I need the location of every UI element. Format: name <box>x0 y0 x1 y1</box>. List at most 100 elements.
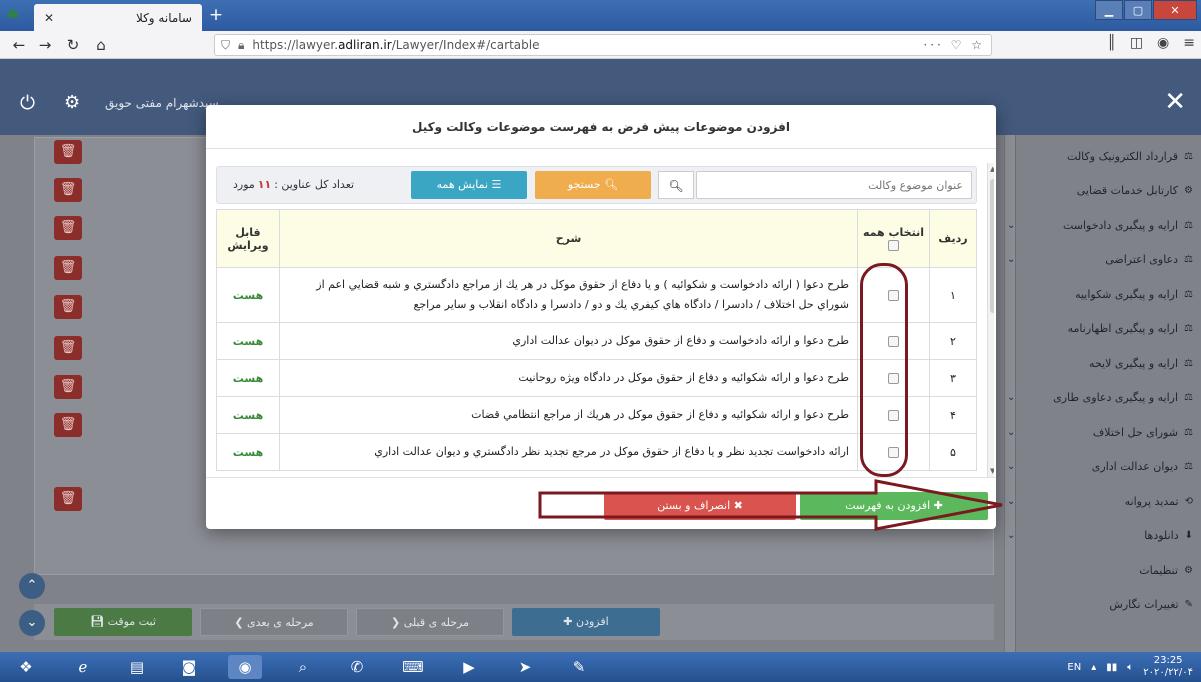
sidebar-item[interactable]: ⚖ شورای حل اختلاف ⌄ <box>1007 419 1193 445</box>
network-icon[interactable]: ▮▮ <box>1106 662 1117 673</box>
add-button[interactable]: ✚ افزودن <box>512 608 660 636</box>
modal-title: افزودن موضوعات پیش فرض به فهرست موضوعات … <box>206 105 996 149</box>
reload-icon[interactable]: ↻ <box>62 34 84 56</box>
scroll-down-arrow-icon[interactable]: ▼ <box>990 467 994 475</box>
browser-tab[interactable]: سامانه وکلا ✕ <box>34 4 202 31</box>
sidebar-item-label: تنظیمات <box>1139 563 1179 577</box>
sidebar-item[interactable]: ✎ تغییرات نگارش <box>1015 592 1193 618</box>
chevron-down-icon[interactable]: ⌄ <box>1007 427 1015 438</box>
search-app-icon[interactable]: ⌕ <box>286 655 320 679</box>
prev-step-button[interactable]: ❯ مرحله ی قبلی <box>356 608 504 636</box>
select-all-checkbox[interactable] <box>888 240 899 251</box>
chevron-down-icon[interactable]: ⌄ <box>1007 461 1015 472</box>
search-button[interactable]: جستجو 🔍︎ <box>535 171 651 199</box>
sidebar-icon[interactable]: ◫ <box>1130 35 1143 51</box>
clock-time: 23:25 <box>1153 655 1183 666</box>
language-indicator[interactable]: EN <box>1067 662 1081 673</box>
media-icon[interactable]: ◙ <box>172 655 206 679</box>
telegram-icon[interactable]: ➤ <box>508 655 542 679</box>
chevron-down-icon[interactable]: ⌄ <box>1007 496 1015 507</box>
new-tab-button[interactable]: + <box>206 5 226 25</box>
paint-icon[interactable]: ✎ <box>562 655 596 679</box>
sidebar-item[interactable]: ⬇ دانلودها ⌄ <box>1007 523 1193 549</box>
tab-close-icon[interactable]: ✕ <box>44 11 54 25</box>
clock[interactable]: 23:25 ۲۰۲۰/۲۲/۰۴ <box>1143 655 1193 679</box>
delete-icon[interactable]: 🗑︎ <box>54 140 82 164</box>
sidebar-item-label: ارایه و پیگیری اظهارنامه <box>1067 322 1179 335</box>
sidebar-item-label: ارایه و پیگیری لایحه <box>1089 356 1179 370</box>
delete-icon[interactable]: 🗑︎ <box>54 413 82 437</box>
back-icon[interactable]: ← <box>8 34 30 56</box>
scrollbar-thumb[interactable] <box>990 179 994 313</box>
search-input[interactable] <box>696 171 972 199</box>
ie-icon[interactable]: ℯ <box>66 655 100 679</box>
url-host: adliran.ir <box>338 38 392 52</box>
next-step-button[interactable]: ❮ مرحله ی بعدی <box>200 608 348 636</box>
library-icon[interactable]: ║ <box>1107 35 1115 51</box>
delete-icon[interactable]: 🗑︎ <box>54 256 82 280</box>
chevron-down-icon[interactable]: ⌄ <box>1007 254 1015 265</box>
sidebar-item-label: تمدید پروانه <box>1124 494 1179 508</box>
delete-icon[interactable]: 🗑︎ <box>54 216 82 240</box>
delete-icon[interactable]: 🗑︎ <box>54 178 82 202</box>
volume-icon[interactable]: 🔈︎ <box>1127 662 1133 673</box>
scroll-down-icon[interactable]: ⌄ <box>19 610 45 636</box>
sidebar-item[interactable]: ⚖ ارایه و پیگیری دعاوی طاری ⌄ <box>1007 385 1193 411</box>
sidebar-item[interactable]: ⚖ ارایه و پیگیری لایحه <box>1015 350 1193 376</box>
temp-save-button[interactable]: 💾︎ ثبت موقت <box>54 608 192 636</box>
close-window-button[interactable]: ✕ <box>1153 0 1197 20</box>
chevron-down-icon[interactable]: ⌄ <box>1007 392 1015 403</box>
close-menu-icon[interactable]: ✕ <box>1164 87 1186 117</box>
explorer-icon[interactable]: ▤ <box>120 655 154 679</box>
tray-expand-icon[interactable]: ▴ <box>1091 662 1096 673</box>
col-row-header: ردیف <box>929 209 977 268</box>
url-bar[interactable]: ⛉ 🔒︎ https://lawyer. adliran.ir/Lawyer/In… <box>214 34 992 56</box>
home-icon[interactable]: ⌂ <box>90 34 112 56</box>
sidebar-item[interactable]: ⚖ ارایه و پیگیری اظهارنامه <box>1015 316 1193 342</box>
sidebar-item[interactable]: ⚖ ارایه و پیگیری دادخواست ⌄ <box>1007 212 1193 238</box>
settings-gear-icon[interactable]: ⚙ <box>64 92 80 113</box>
sidebar-item[interactable]: ⚖ قرارداد الکترونیک وکالت <box>1015 143 1193 169</box>
scroll-up-arrow-icon[interactable]: ▲ <box>990 165 994 173</box>
delete-icon[interactable]: 🗑︎ <box>54 336 82 360</box>
power-icon[interactable]: ⏻ <box>20 92 35 114</box>
count-value: ۱۱ <box>257 178 272 191</box>
keyboard-icon[interactable]: ⌨ <box>396 655 430 679</box>
arrow-annotation <box>538 479 1003 531</box>
start-button-icon[interactable]: ❖ <box>6 655 46 679</box>
row-description: طرح دعوا و ارائه شکوائیه و دفاع از حقوق … <box>279 359 858 397</box>
sidebar-item[interactable]: ⟲ تمدید پروانه ⌄ <box>1007 488 1193 514</box>
account-icon[interactable]: ◉ <box>1157 35 1169 51</box>
sidebar-item-icon: ⚙ <box>1184 185 1193 196</box>
menu-icon[interactable]: ≡ <box>1183 35 1195 51</box>
search-button-label: جستجو <box>567 178 601 191</box>
search-icon[interactable]: 🔍︎ <box>658 171 694 199</box>
row-editable: هست <box>216 359 280 397</box>
browser-toolbar-right: ║ ◫ ◉ ≡ <box>1107 35 1195 51</box>
sidebar-item[interactable]: ⚖ ارایه و پیگیری شکواییه <box>1015 281 1193 307</box>
bottom-action-bar: 💾︎ ثبت موقت ❮ مرحله ی بعدی ❯ مرحله ی قبل… <box>34 604 994 640</box>
delete-icon[interactable]: 🗑︎ <box>54 487 82 511</box>
delete-icon[interactable]: 🗑︎ <box>54 295 82 319</box>
windows-taskbar: ❖ ℯ ▤ ◙ ◉ ⌕ ✆ ⌨ ▶ ➤ ✎ EN ▴ ▮▮ 🔈︎ 23:25 ۲… <box>0 652 1201 682</box>
row-description: طرح دعوا ( ارائه دادخواست و شکوائیه ) و … <box>279 267 858 323</box>
delete-icon[interactable]: 🗑︎ <box>54 375 82 399</box>
chevron-down-icon[interactable]: ⌄ <box>1007 530 1015 541</box>
minimize-button[interactable]: ▁ <box>1095 0 1123 20</box>
firefox-icon[interactable]: ◉ <box>228 655 262 679</box>
row-editable: هست <box>216 396 280 434</box>
chevron-down-icon[interactable]: ⌄ <box>1007 220 1015 231</box>
url-actions[interactable]: ··· ♡ ☆ <box>923 38 985 52</box>
scroll-up-icon[interactable]: ⌃ <box>19 573 45 599</box>
modal-scrollbar[interactable]: ▲ ▼ <box>987 163 994 477</box>
maximize-button[interactable]: ▢ <box>1124 0 1152 20</box>
sidebar-item[interactable]: ⚖ دعاوی اعتراضی ⌄ <box>1007 247 1193 273</box>
whatsapp-icon[interactable]: ✆ <box>340 655 374 679</box>
sidebar-item[interactable]: ⚙ تنظیمات <box>1015 557 1193 583</box>
sidebar-item[interactable]: ⚙ کارتابل خدمات قضایی <box>1015 178 1193 204</box>
media-player-icon[interactable]: ▶ <box>452 655 486 679</box>
sidebar-item[interactable]: ⚖ دیوان عدالت اداری ⌄ <box>1007 454 1193 480</box>
app-logo-icon: ☘ <box>6 6 20 24</box>
show-all-button[interactable]: ☰ نمایش همه <box>411 171 527 199</box>
forward-icon[interactable]: → <box>34 34 56 56</box>
